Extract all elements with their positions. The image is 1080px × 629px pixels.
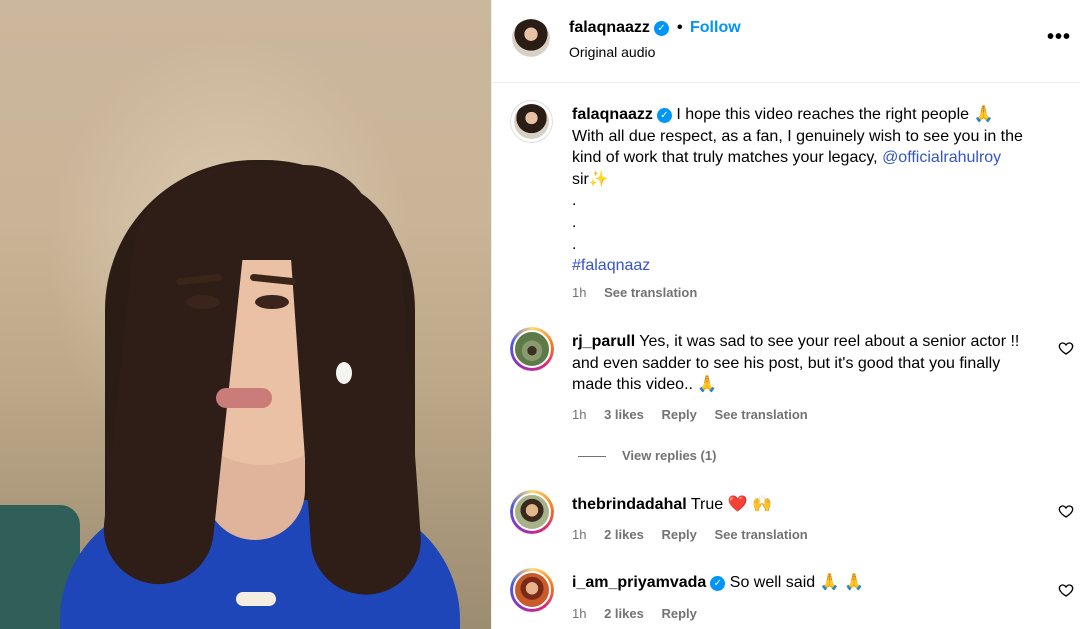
comment-username[interactable]: i_am_priyamvada ✓: [572, 574, 726, 591]
reel-video[interactable]: [0, 0, 491, 629]
caption-dot: .: [572, 192, 577, 210]
comment: thebrindadahal True ❤️ 🙌: [572, 494, 1027, 516]
comment-text: Yes, it was sad to see your reel about a…: [572, 333, 1020, 394]
caption-see-translation[interactable]: See translation: [604, 285, 697, 300]
author-avatar[interactable]: [512, 19, 550, 57]
post-caption: falaqnaazz ✓ I hope this video reaches th…: [572, 104, 1052, 277]
video-earring: [336, 362, 352, 384]
comment-username[interactable]: thebrindadahal: [572, 496, 687, 513]
caption-dot: .: [572, 213, 577, 231]
caption-text-3: sir✨: [572, 170, 609, 188]
audio-link[interactable]: Original audio: [569, 44, 655, 60]
comment-meta: 1h 2 likes Reply See translation: [572, 527, 822, 542]
comment-username[interactable]: rj_parull: [572, 333, 635, 350]
post-header: falaqnaazz ✓ • Follow Original audio •••: [492, 0, 1080, 83]
like-heart-icon[interactable]: [1058, 582, 1074, 598]
comment-text: True ❤️ 🙌: [690, 496, 772, 513]
comment: i_am_priyamvada ✓ So well said 🙏 🙏: [572, 572, 1027, 594]
reply-button[interactable]: Reply: [661, 407, 696, 422]
commenter-avatar[interactable]: [510, 327, 554, 371]
post-panel: falaqnaazz ✓ • Follow Original audio ••• …: [491, 0, 1080, 629]
caption-dot: .: [572, 235, 577, 253]
like-heart-icon[interactable]: [1058, 340, 1074, 356]
comment-meta: 1h 2 likes Reply: [572, 606, 711, 621]
comment-time: 1h: [572, 407, 587, 422]
caption-username[interactable]: falaqnaazz ✓: [572, 106, 672, 123]
comment-likes[interactable]: 2 likes: [604, 606, 644, 621]
comment-meta: 1h 3 likes Reply See translation: [572, 407, 822, 422]
see-translation-button[interactable]: See translation: [715, 407, 808, 422]
view-replies-button[interactable]: View replies (1): [578, 448, 716, 463]
header-separator: •: [677, 19, 683, 36]
mention-link[interactable]: @officialrahulroy: [882, 149, 1001, 166]
caption-avatar[interactable]: [510, 100, 553, 143]
reply-button[interactable]: Reply: [661, 527, 696, 542]
follow-button[interactable]: Follow: [690, 19, 741, 37]
verified-badge-icon: ✓: [653, 21, 669, 36]
comment-likes[interactable]: 2 likes: [604, 527, 644, 542]
like-heart-icon[interactable]: [1058, 503, 1074, 519]
see-translation-button[interactable]: See translation: [715, 527, 808, 542]
author-username[interactable]: falaqnaazz ✓: [569, 19, 669, 37]
comment-text: So well said 🙏 🙏: [729, 574, 864, 591]
more-options-icon[interactable]: •••: [1047, 26, 1071, 49]
caption-text-1: I hope this video reaches the right peop…: [676, 106, 994, 123]
comment-likes[interactable]: 3 likes: [604, 407, 644, 422]
commenter-avatar[interactable]: [510, 568, 554, 612]
caption-meta: 1h See translation: [572, 285, 711, 300]
hashtag-link[interactable]: #falaqnaaz: [572, 257, 650, 274]
commenter-avatar[interactable]: [510, 490, 554, 534]
verified-badge-icon: ✓: [656, 108, 672, 123]
comment-time: 1h: [572, 527, 587, 542]
video-necklace: [236, 592, 276, 606]
caption-time: 1h: [572, 285, 587, 300]
reply-button[interactable]: Reply: [661, 606, 696, 621]
video-eye-left: [186, 295, 220, 309]
replies-divider: [578, 456, 606, 458]
video-lips: [216, 388, 272, 408]
comment: rj_parull Yes, it was sad to see your re…: [572, 331, 1027, 396]
video-eye-right: [255, 295, 289, 309]
verified-badge-icon: ✓: [710, 576, 726, 591]
comment-time: 1h: [572, 606, 587, 621]
